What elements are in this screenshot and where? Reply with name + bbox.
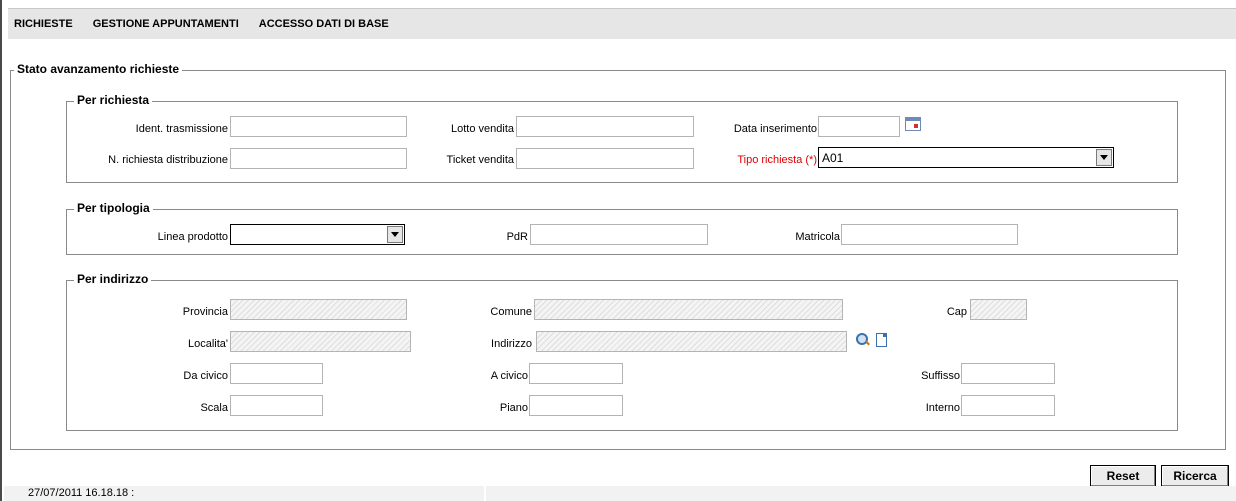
ident-trasmissione-label: Ident. trasmissione — [135, 123, 228, 135]
data-inserimento-label: Data inserimento — [733, 123, 817, 135]
per-richiesta-panel — [66, 101, 1178, 183]
menu-richieste[interactable]: RICHIESTE — [14, 18, 73, 30]
a-civico-input[interactable] — [529, 363, 623, 384]
n-richiesta-distribuzione-label: N. richiesta distribuzione — [108, 154, 228, 166]
localita-label: Localita' — [187, 338, 228, 350]
lotto-vendita-label: Lotto vendita — [451, 123, 514, 135]
data-inserimento-input[interactable] — [818, 116, 900, 137]
status-timestamp: 27/07/2011 16.18.18 : — [4, 486, 484, 501]
ticket-vendita-label: Ticket vendita — [446, 154, 514, 166]
indirizzo-input[interactable] — [536, 331, 847, 352]
linea-prodotto-label: Linea prodotto — [157, 231, 228, 243]
chevron-down-icon[interactable] — [387, 226, 403, 243]
scala-input[interactable] — [230, 395, 323, 416]
comune-label: Comune — [490, 306, 532, 318]
linea-prodotto-select[interactable] — [230, 224, 405, 245]
status-panel — [486, 486, 1236, 501]
ident-trasmissione-input[interactable] — [230, 116, 407, 137]
matricola-input[interactable] — [841, 224, 1018, 245]
matricola-label: Matricola — [795, 231, 840, 243]
comune-input[interactable] — [534, 299, 843, 320]
a-civico-label: A civico — [490, 370, 528, 382]
tipo-richiesta-select[interactable]: A01 — [818, 147, 1114, 168]
provincia-label: Provincia — [182, 306, 228, 318]
menu-bar: RICHIESTE GESTIONE APPUNTAMENTI ACCESSO … — [8, 9, 1236, 39]
per-richiesta-legend: Per richiesta — [74, 93, 153, 107]
per-indirizzo-legend: Per indirizzo — [74, 272, 152, 286]
search-icon[interactable] — [856, 333, 870, 347]
interno-input[interactable] — [961, 395, 1055, 416]
provincia-input[interactable] — [230, 299, 407, 320]
pdr-label: PdR — [506, 231, 528, 243]
per-tipologia-legend: Per tipologia — [74, 201, 153, 215]
chevron-down-icon[interactable] — [1096, 149, 1112, 166]
lotto-vendita-input[interactable] — [516, 116, 694, 137]
pdr-input[interactable] — [530, 224, 708, 245]
menu-accesso-dati-di-base[interactable]: ACCESSO DATI DI BASE — [259, 18, 389, 30]
ticket-vendita-input[interactable] — [516, 148, 694, 169]
document-icon[interactable] — [876, 333, 887, 347]
piano-label: Piano — [499, 402, 528, 414]
left-border — [0, 0, 2, 501]
cap-input[interactable] — [970, 299, 1027, 320]
localita-input[interactable] — [230, 331, 411, 352]
n-richiesta-distribuzione-input[interactable] — [230, 148, 407, 169]
interno-label: Interno — [925, 402, 960, 414]
tipo-richiesta-value: A01 — [822, 150, 844, 165]
menu-gestione-appuntamenti[interactable]: GESTIONE APPUNTAMENTI — [93, 18, 239, 30]
tipo-richiesta-label: Tipo richiesta (*) — [737, 154, 817, 166]
scala-label: Scala — [200, 402, 228, 414]
cap-label: Cap — [946, 306, 967, 318]
suffisso-input[interactable] — [961, 363, 1055, 384]
calendar-icon[interactable] — [905, 117, 921, 131]
da-civico-input[interactable] — [230, 363, 323, 384]
indirizzo-label: Indirizzo — [491, 338, 532, 350]
suffisso-label: Suffisso — [921, 370, 960, 382]
da-civico-label: Da civico — [183, 370, 228, 382]
piano-input[interactable] — [529, 395, 623, 416]
status-bar: 27/07/2011 16.18.18 : — [0, 484, 1236, 501]
stato-avanzamento-legend: Stato avanzamento richieste — [14, 62, 183, 76]
